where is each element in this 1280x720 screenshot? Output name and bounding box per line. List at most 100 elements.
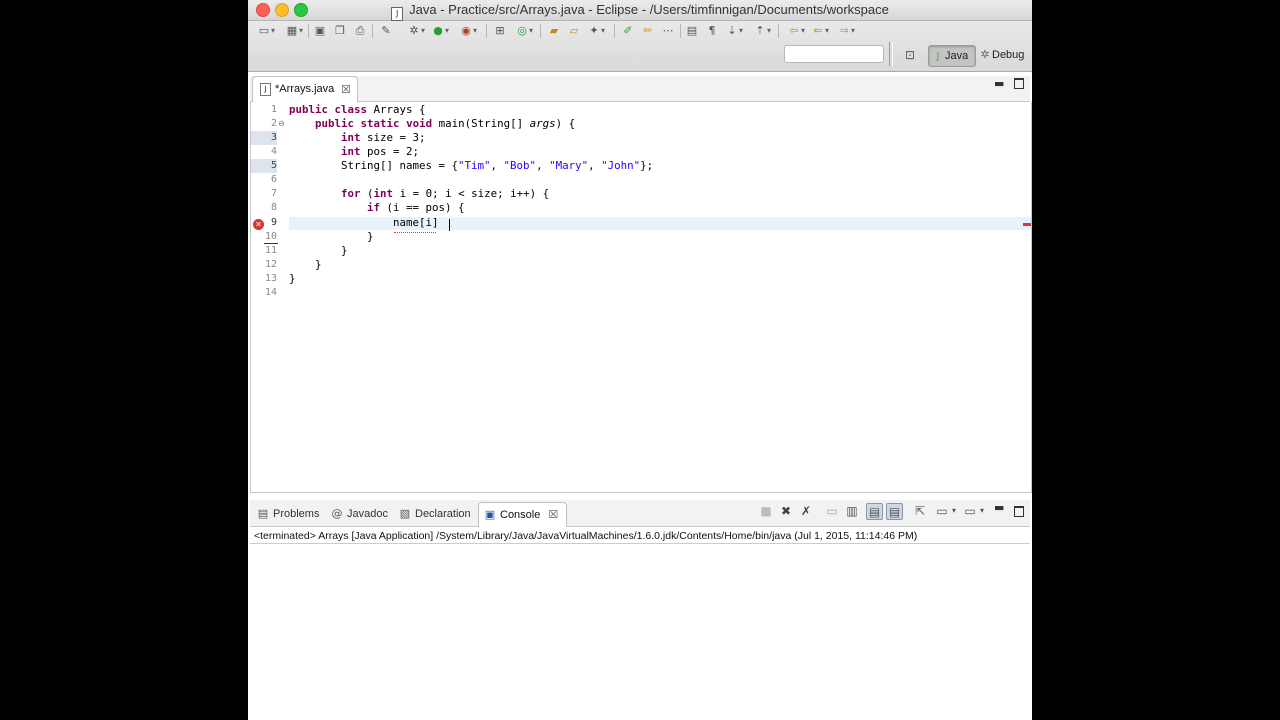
editor-tab-label: *Arrays.java (275, 83, 335, 95)
open-type-icon[interactable]: ▰ (546, 23, 562, 39)
line-number: 13 (264, 273, 277, 284)
toggle-mark-occurrences-icon[interactable]: ✐ (620, 23, 636, 39)
open-task-icon[interactable]: ▱ (566, 23, 582, 39)
code-line[interactable]: for (int i = 0; i < size; i++) { (289, 187, 549, 201)
line-number: 1 (270, 104, 277, 115)
block-selection-icon[interactable]: ▤ (684, 23, 700, 39)
java-perspective-icon: J (936, 51, 940, 62)
pin-console-icon[interactable]: ⇱ (912, 503, 928, 519)
new-java-class-icon[interactable]: ⊞ (492, 23, 508, 39)
toolbar-separator (540, 24, 541, 38)
close-tab-icon[interactable]: ☒ (548, 508, 558, 521)
javadoc-icon: @ (331, 507, 343, 520)
line-number: 8 (270, 202, 277, 213)
new-package-icon[interactable]: ▦ (284, 23, 303, 39)
maximize-panel-icon[interactable] (1014, 506, 1024, 517)
toggle-breakpoint-icon[interactable]: ✎ (378, 23, 394, 39)
remove-launch-icon[interactable]: ✖ (778, 503, 794, 519)
toolbar-separator (889, 42, 893, 66)
code-line[interactable]: name[i] (289, 216, 445, 230)
code-line[interactable]: String[] names = {"Tim", "Bob", "Mary", … (289, 159, 653, 173)
close-tab-icon[interactable]: ☒ (341, 77, 351, 102)
next-annotation-icon[interactable]: ⇣ (724, 23, 743, 39)
save-icon[interactable]: ▣ (312, 23, 328, 39)
new-class-wizard-icon[interactable]: ◎ (514, 23, 533, 39)
java-file-icon: J (260, 83, 271, 96)
forward-icon[interactable]: ⇒ (836, 23, 855, 39)
debug-perspective-label: Debug (992, 49, 1025, 61)
print-icon[interactable]: ⎙ (352, 23, 368, 39)
new-icon[interactable]: ▭ (256, 23, 275, 39)
tab-javadoc[interactable]: @ Javadoc (330, 502, 388, 526)
maximize-editor-icon[interactable] (1014, 78, 1024, 89)
run-icon[interactable]: ● (430, 23, 449, 39)
toolbar-separator (614, 24, 615, 38)
show-on-stderr-icon[interactable]: ▤ (886, 503, 903, 520)
tab-label: Problems (273, 508, 320, 520)
console-process-label: <terminated> Arrays [Java Application] /… (254, 530, 918, 542)
minimize-editor-icon[interactable]: ▬ (994, 77, 1004, 90)
clear-console-icon[interactable]: ▭ (824, 503, 840, 519)
line-number: 14 (264, 287, 277, 298)
error-underline (394, 230, 436, 233)
code-line[interactable]: int pos = 2; (289, 145, 419, 159)
line-number: 4 (270, 146, 277, 157)
toolbar-separator (680, 24, 681, 38)
quick-access-search-input[interactable] (784, 45, 884, 63)
highlight-icon[interactable]: ✏ (640, 23, 656, 39)
code-line[interactable]: } (289, 230, 374, 244)
tab-arrays-java[interactable]: J *Arrays.java ☒ (252, 76, 358, 102)
line-number: 12 (264, 259, 277, 270)
console-icon: ▣ (484, 508, 496, 521)
back-icon[interactable]: ⇐ (810, 23, 829, 39)
code-editor[interactable]: 1 2 ⊖ 3 4 5 6 7 8 9 10 11 12 13 14 ✕ pub… (250, 102, 1032, 493)
debug-perspective-icon: ✲ (980, 48, 990, 61)
tab-label: Declaration (415, 508, 471, 520)
previous-annotation-icon[interactable]: ⇡ (752, 23, 771, 39)
overview-error-marker[interactable] (1023, 223, 1031, 226)
tab-label: Javadoc (347, 508, 388, 520)
run-external-tools-icon[interactable]: ◉ (458, 23, 477, 39)
window-title: Java - Practice/src/Arrays.java - Eclips… (409, 2, 889, 17)
tab-declaration[interactable]: ▧ Declaration (398, 502, 471, 526)
save-all-icon[interactable]: ❐ (332, 23, 348, 39)
minimize-panel-icon[interactable]: ▬ (994, 501, 1004, 514)
debug-perspective-button[interactable]: ✲ Debug (978, 45, 1032, 65)
show-paragraph-icon[interactable]: ¶ (704, 23, 720, 39)
tab-console[interactable]: ▣ Console ☒ (478, 502, 568, 527)
open-perspective-icon[interactable]: ⊡ (902, 48, 918, 62)
line-number: 10 (264, 231, 277, 242)
code-line[interactable]: public static void main(String[] args) { (289, 117, 575, 131)
toolbar-separator (778, 24, 779, 38)
title-area: J Java - Practice/src/Arrays.java - Eclip… (248, 2, 1032, 21)
code-line[interactable]: } (289, 272, 296, 286)
last-edit-location-icon[interactable]: ⇦ (786, 23, 805, 39)
show-whitespace-icon[interactable]: ⋯ (660, 23, 676, 39)
java-file-icon: J (391, 7, 404, 21)
error-icon[interactable]: ✕ (253, 219, 264, 230)
code-line[interactable]: public class Arrays { (289, 103, 426, 117)
main-toolbar: ▭ ▦ ▣ ❐ ⎙ ✎ ✲ ● ◉ ⊞ ◎ ▰ ▱ ✦ ✐ ✏ ⋯ ▤ ¶ ⇣ … (248, 21, 1032, 72)
scroll-lock-icon[interactable]: ▥ (844, 503, 860, 519)
line-number: 5 (251, 159, 277, 173)
code-line[interactable]: } (289, 244, 348, 258)
console-view[interactable]: <terminated> Arrays [Java Application] /… (250, 527, 1030, 720)
tab-label: Console (500, 509, 541, 521)
fold-collapse-icon[interactable]: ⊖ (278, 119, 285, 128)
code-line[interactable]: int size = 3; (289, 131, 426, 145)
title-bar: J Java - Practice/src/Arrays.java - Eclip… (248, 0, 1032, 21)
java-perspective-label: Java (945, 50, 969, 62)
chevron-down-icon[interactable]: ▾ (974, 503, 990, 519)
search-icon[interactable]: ✦ (586, 23, 605, 39)
chevron-down-icon[interactable]: ▾ (946, 503, 962, 519)
debug-icon[interactable]: ✲ (406, 23, 425, 39)
toolbar-separator (308, 24, 309, 38)
line-number: 6 (270, 174, 277, 185)
remove-all-terminated-icon[interactable]: ✗ (798, 503, 814, 519)
java-perspective-button[interactable]: J Java (928, 45, 976, 67)
tab-problems[interactable]: ▤ Problems (256, 502, 320, 526)
code-line[interactable]: } (289, 258, 322, 272)
code-line[interactable]: if (i == pos) { (289, 201, 465, 215)
terminate-icon[interactable]: ■ (758, 503, 774, 519)
show-on-stdout-icon[interactable]: ▤ (866, 503, 883, 520)
